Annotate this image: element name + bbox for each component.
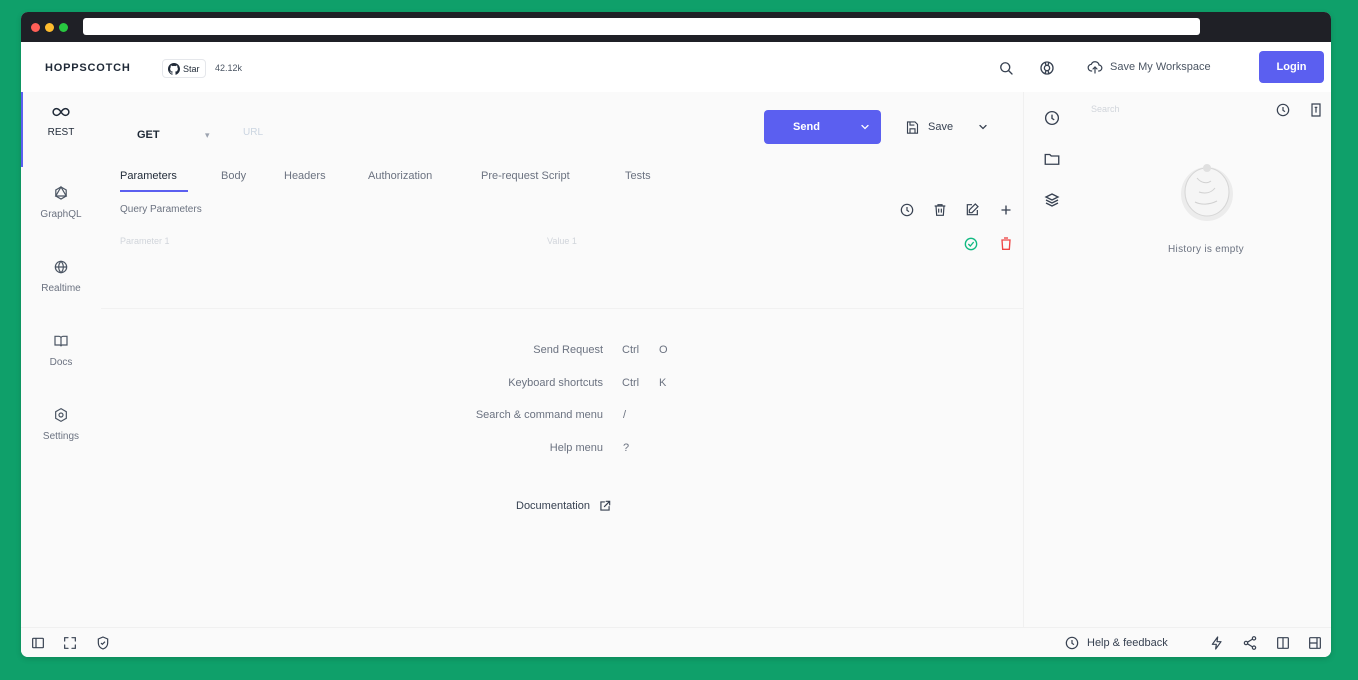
nav-label-realtime: Realtime	[41, 283, 81, 294]
github-star-count[interactable]: 42.12k	[215, 63, 242, 73]
save-icon	[905, 120, 920, 135]
panel-divider[interactable]	[101, 308, 1023, 309]
save-chevron-down-icon[interactable]	[977, 121, 989, 133]
help-feedback-label: Help & feedback	[1087, 637, 1168, 649]
save-workspace-button[interactable]: Save My Workspace	[1087, 59, 1211, 75]
clear-history-icon[interactable]	[1308, 102, 1324, 118]
tab-body[interactable]: Body	[221, 170, 246, 182]
nav-item-realtime[interactable]: Realtime	[21, 246, 101, 316]
parameter-key-input[interactable]: Parameter 1	[120, 236, 170, 246]
send-options-chevron-icon[interactable]	[849, 121, 881, 133]
support-icon[interactable]	[1038, 59, 1056, 77]
tab-parameters[interactable]: Parameters	[120, 170, 177, 182]
browser-titlebar	[21, 12, 1331, 42]
github-star-button[interactable]: Star	[162, 59, 206, 78]
external-link-icon	[598, 499, 612, 513]
nav-label-docs: Docs	[49, 357, 73, 368]
delete-row-icon[interactable]	[998, 236, 1014, 252]
documentation-link[interactable]: Documentation	[487, 489, 641, 523]
active-tab-indicator	[120, 190, 188, 192]
empty-history-illustration	[1179, 162, 1235, 222]
parameter-value-input[interactable]: Value 1	[547, 236, 577, 246]
columns-layout-icon[interactable]	[1275, 635, 1291, 651]
nav-item-settings[interactable]: Settings	[21, 394, 101, 464]
tab-headers[interactable]: Headers	[284, 170, 326, 182]
help-circle-icon[interactable]	[899, 202, 915, 218]
environments-icon[interactable]	[1043, 191, 1061, 209]
shortcut-key: K	[659, 377, 667, 389]
nav-label-graphql: GraphQL	[40, 209, 82, 220]
check-circle-icon[interactable]	[963, 236, 979, 252]
edit-icon[interactable]	[964, 202, 980, 218]
save-label: Save	[928, 121, 954, 133]
save-request-button[interactable]: Save	[896, 112, 1006, 142]
close-window-dot[interactable]	[31, 23, 40, 32]
nav-item-docs[interactable]: Docs	[21, 320, 101, 390]
search-icon[interactable]	[997, 59, 1015, 77]
send-label: Send	[793, 121, 820, 133]
nav-item-rest[interactable]: REST	[21, 92, 101, 167]
shortcut-label: Help menu	[549, 442, 603, 454]
book-icon	[53, 333, 69, 349]
tab-pre-request-script[interactable]: Pre-request Script	[481, 170, 570, 182]
nav-label-settings: Settings	[42, 431, 80, 442]
shortcut-key: Ctrl	[622, 344, 640, 356]
share-icon[interactable]	[1242, 635, 1258, 651]
maximize-window-dot[interactable]	[59, 23, 68, 32]
history-empty-message: History is empty	[1168, 244, 1244, 255]
login-button[interactable]: Login	[1259, 51, 1324, 83]
add-icon[interactable]	[998, 202, 1014, 218]
cloud-upload-icon	[1087, 59, 1103, 75]
browser-window: HOPPSCOTCH Star 42.12k Save My Workspace…	[21, 12, 1331, 657]
tab-authorization[interactable]: Authorization	[368, 170, 432, 182]
query-parameters-title: Query Parameters	[120, 204, 202, 215]
infinity-icon	[52, 105, 70, 119]
fullscreen-icon[interactable]	[62, 635, 78, 651]
shortcut-label: Keyboard shortcuts	[508, 377, 603, 389]
browser-address-bar[interactable]	[83, 18, 1200, 35]
github-star-label: Star	[183, 63, 200, 74]
save-workspace-label: Save My Workspace	[1110, 61, 1211, 73]
shortcut-key: O	[659, 344, 668, 356]
shortcut-key: Ctrl	[622, 377, 640, 389]
method-selector[interactable]: GET	[137, 129, 160, 141]
sidebar-toggle-icon[interactable]	[30, 635, 46, 651]
chevron-down-icon[interactable]: ▾	[205, 130, 210, 141]
graphql-icon	[53, 185, 69, 201]
shortcut-label: Send Request	[533, 344, 603, 356]
tab-tests[interactable]: Tests	[625, 170, 651, 182]
nav-label-rest: REST	[47, 127, 75, 138]
shortcut-key: /	[623, 409, 627, 421]
documentation-label: Documentation	[516, 500, 590, 512]
shield-icon[interactable]	[95, 635, 111, 651]
footer-bar: Help & feedback	[21, 627, 1331, 657]
help-feedback-button[interactable]: Help & feedback	[1064, 635, 1168, 651]
github-icon	[168, 62, 180, 75]
help-circle-icon[interactable]	[1275, 102, 1291, 118]
shortcut-label: Search & command menu	[475, 409, 603, 421]
settings-icon	[53, 407, 69, 423]
send-button[interactable]: Send	[764, 110, 881, 144]
brand-logo[interactable]: HOPPSCOTCH	[45, 62, 131, 74]
history-icon[interactable]	[1043, 109, 1061, 127]
lightning-icon[interactable]	[1209, 635, 1225, 651]
globe-icon	[53, 259, 69, 275]
app-header: HOPPSCOTCH Star 42.12k Save My Workspace…	[21, 42, 1331, 92]
sidebar-divider[interactable]	[1023, 92, 1024, 627]
url-input[interactable]	[243, 117, 763, 147]
help-circle-icon	[1064, 635, 1080, 651]
right-sidebar-toggle-icon[interactable]	[1307, 635, 1323, 651]
folder-icon[interactable]	[1043, 150, 1061, 168]
minimize-window-dot[interactable]	[45, 23, 54, 32]
history-search-input[interactable]: Search	[1091, 104, 1261, 114]
trash-icon[interactable]	[932, 202, 948, 218]
nav-item-graphql[interactable]: GraphQL	[21, 172, 101, 242]
left-navigation: REST GraphQL Realtime Docs Settings	[21, 92, 101, 627]
shortcut-key: ?	[623, 442, 630, 454]
